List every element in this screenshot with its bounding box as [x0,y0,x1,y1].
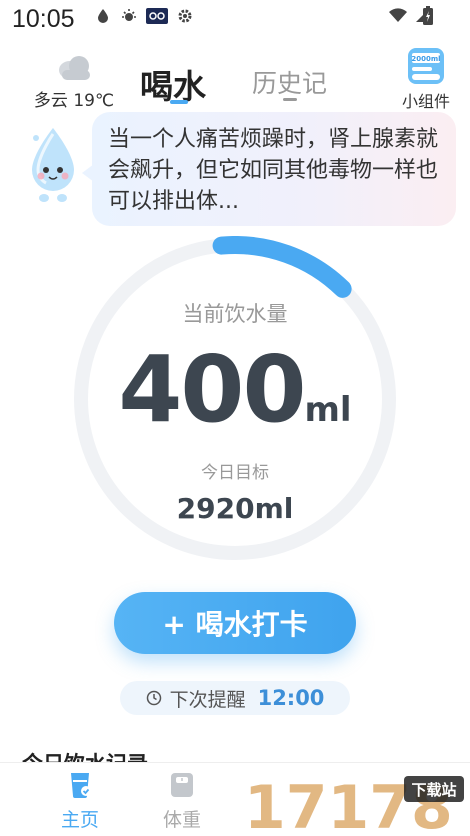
checkin-label: + 喝水打卡 [162,608,308,641]
site-watermark: 17178 下载站 [244,773,464,836]
tabbar-item-weight[interactable]: 体重 [152,771,212,832]
watermark-tag: 下载站 [411,781,456,799]
goal-value: 2920ml [176,492,294,525]
cloud-icon [59,56,90,80]
sun-icon [122,9,136,21]
widget-label: 小组件 [401,92,450,111]
status-time: 10:05 [12,5,75,33]
settings-icon [178,9,192,23]
tab-history[interactable]: 历史记 [252,64,327,100]
widget-button[interactable]: 2000ml 小组件 [396,46,456,112]
water-drop-mascot [32,128,74,202]
drop-icon [98,9,108,23]
battery-icon [423,6,433,25]
current-intake-unit: ml [304,390,352,430]
reminder-label: 下次提醒 [169,688,246,711]
status-icons-left [94,7,194,25]
goal-label: 今日目标 [201,463,269,483]
tab-history-indicator [283,98,297,101]
weather-widget: 多云 19℃ [24,52,124,111]
status-bar: 10:05 [0,0,470,36]
scale-icon [171,773,193,797]
reminder-time: 12:00 [257,686,325,710]
wifi-icon [389,8,407,22]
current-intake-value: 400ml [0,336,470,443]
next-reminder[interactable]: 下次提醒 12:00 [120,681,350,715]
tip-bubble[interactable]: 当一个人痛苦烦躁时，肾上腺素就会飙升，但它如同其他毒物一样也可以排出体... [82,112,456,226]
tab-active-indicator [170,100,188,104]
tip-text: 当一个人痛苦烦躁时，肾上腺素就会飙升，但它如同其他毒物一样也可以排出体... [108,127,439,214]
records-title: 今日饮水记录 [22,748,148,762]
current-intake-label: 当前饮水量 [182,302,288,326]
current-intake-number: 400 [118,336,306,443]
tabbar-item-home[interactable]: 主页 [50,771,110,832]
tabbar-label-weight: 体重 [162,809,201,831]
tabbar-label-home: 主页 [60,809,99,831]
weather-text: 多云 19℃ [33,91,115,111]
widget-icon: 2000ml [408,48,444,84]
cup-icon [71,773,91,798]
clock-icon [146,690,161,706]
widget-badge: 2000ml [411,55,440,63]
glasses-app-icon [146,8,168,24]
drink-checkin-button[interactable]: + 喝水打卡 [114,592,356,654]
